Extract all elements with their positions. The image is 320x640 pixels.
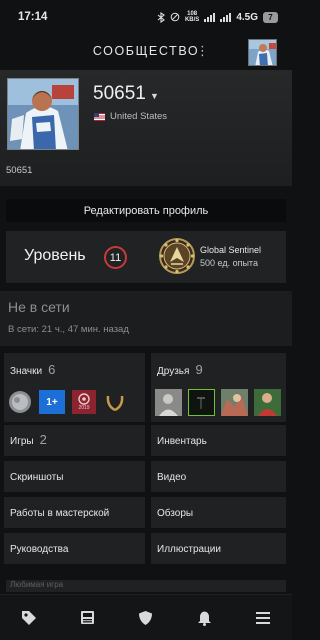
- page-title: СООБЩЕСТВО: [92, 44, 200, 58]
- video-tile[interactable]: Видео: [151, 461, 286, 492]
- battery-indicator: 7: [263, 11, 278, 23]
- badges-label: Значки: [10, 366, 43, 377]
- badges-count: 6: [48, 362, 56, 377]
- steam-award-badge-icon: 2019: [72, 390, 96, 414]
- level-panel[interactable]: Уровень 11 Global Sentinel 500 ед. опыта: [6, 231, 286, 283]
- coin-badge-icon: [9, 391, 31, 413]
- signal-icon: [204, 12, 216, 22]
- friend-avatar[interactable]: [254, 389, 281, 416]
- profile-card: 50651 ▼ United States 50651: [0, 70, 292, 186]
- friends-label: Друзья: [157, 366, 190, 377]
- years-badge-icon: 1+: [39, 390, 65, 414]
- guides-tile[interactable]: Руководства: [4, 533, 145, 564]
- friends-count: 9: [195, 362, 203, 377]
- games-label: Игры: [10, 436, 34, 447]
- signal-icon-2: [220, 12, 232, 22]
- artwork-label: Иллюстрации: [157, 544, 221, 555]
- reviews-tile[interactable]: Обзоры: [151, 497, 286, 528]
- level-value: 11: [104, 246, 127, 269]
- profile-country: United States: [94, 111, 167, 122]
- workshop-label: Работы в мастерской: [10, 508, 110, 519]
- favorite-game-peek: Любимая игра: [6, 580, 286, 592]
- tab-notifications[interactable]: [184, 603, 224, 633]
- reviews-label: Обзоры: [157, 508, 194, 519]
- games-header: Игры 2: [10, 432, 47, 447]
- badges-header: Значки 6: [10, 362, 55, 377]
- badge-list: 1+ 2019: [8, 390, 127, 414]
- tag-icon: [22, 610, 37, 625]
- friends-header: Друзья 9: [157, 362, 203, 377]
- bell-icon: [197, 611, 211, 626]
- games-tile[interactable]: Игры 2: [4, 425, 145, 456]
- chevron-down-icon[interactable]: ▼: [150, 91, 159, 101]
- clock: 17:14: [18, 11, 48, 23]
- inventory-label: Инвентарь: [157, 436, 207, 447]
- news-icon: [81, 611, 95, 624]
- screenshots-label: Скриншоты: [10, 472, 64, 483]
- friends-avatars: [155, 389, 281, 416]
- friend-avatar[interactable]: [221, 389, 248, 416]
- video-label: Видео: [157, 472, 187, 483]
- badge-title: Global Sentinel: [200, 245, 262, 255]
- system-status-bar: 17:14 108 KB/S 4.5G 7: [0, 0, 292, 34]
- screenshots-tile[interactable]: Скриншоты: [4, 461, 145, 492]
- network-speed: 108 KB/S: [185, 11, 199, 23]
- us-flag-icon: [94, 112, 105, 121]
- bottom-tab-bar: [0, 594, 292, 640]
- friend-avatar[interactable]: [188, 389, 215, 416]
- profile-name[interactable]: 50651: [93, 83, 146, 105]
- online-status: Не в сети: [8, 299, 70, 315]
- games-count: 2: [39, 432, 47, 447]
- bluetooth-icon: [157, 11, 165, 23]
- tab-store[interactable]: [9, 603, 49, 633]
- user-avatar[interactable]: [248, 39, 277, 66]
- mute-icon: [170, 12, 180, 22]
- badge-xp: 500 ед. опыта: [200, 258, 258, 268]
- tab-menu[interactable]: [243, 603, 283, 633]
- more-vert-icon[interactable]: ⋮: [196, 43, 209, 59]
- profile-avatar[interactable]: [7, 78, 79, 150]
- badge-year: 2019: [78, 405, 90, 411]
- profile-id-text: 50651: [6, 165, 33, 176]
- tab-news[interactable]: [68, 603, 108, 633]
- shield-icon: [139, 610, 153, 625]
- menu-icon: [255, 611, 270, 624]
- network-type: 4.5G: [236, 11, 258, 23]
- global-sentinel-badge-icon: [159, 238, 195, 274]
- presence-panel: Не в сети В сети: 21 ч., 47 мин. назад: [0, 291, 292, 346]
- edit-profile-button[interactable]: Редактировать профиль: [6, 199, 286, 222]
- level-label: Уровень: [24, 247, 86, 264]
- status-icons: 108 KB/S 4.5G 7: [157, 11, 278, 23]
- speed-unit: KB/S: [184, 17, 200, 23]
- workshop-tile[interactable]: Работы в мастерской: [4, 497, 145, 528]
- guides-label: Руководства: [10, 544, 69, 555]
- friend-avatar[interactable]: [155, 389, 182, 416]
- app-header: СООБЩЕСТВО ⋮: [0, 34, 292, 68]
- badges-tile[interactable]: Значки 6 1+ 2019: [4, 353, 145, 422]
- tab-guard[interactable]: [126, 603, 166, 633]
- laurel-badge-icon: [106, 395, 124, 412]
- inventory-tile[interactable]: Инвентарь: [151, 425, 286, 456]
- artwork-tile[interactable]: Иллюстрации: [151, 533, 286, 564]
- country-label: United States: [110, 111, 168, 122]
- last-online: В сети: 21 ч., 47 мин. назад: [8, 324, 129, 335]
- friends-tile[interactable]: Друзья 9: [151, 353, 286, 422]
